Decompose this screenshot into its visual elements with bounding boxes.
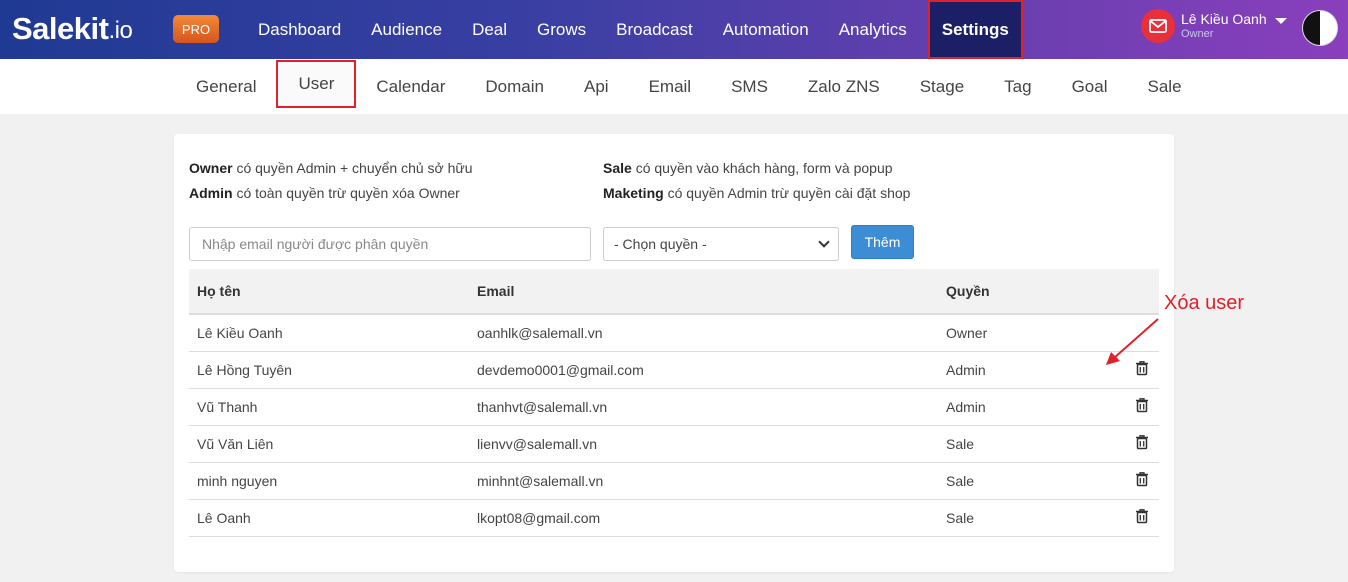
nav-item-analytics[interactable]: Analytics <box>824 0 922 59</box>
cell-role: Owner <box>938 314 1083 352</box>
cell-actions <box>1083 499 1159 537</box>
cell-name: Vũ Thanh <box>189 388 469 426</box>
cell-email: lienvv@salemall.vn <box>469 425 938 463</box>
tab-user[interactable]: User <box>276 60 357 108</box>
chevron-down-icon <box>818 236 830 248</box>
nav-item-dashboard[interactable]: Dashboard <box>243 0 356 59</box>
role-select-value: - Chọn quyền - <box>614 236 707 252</box>
nav-item-settings[interactable]: Settings <box>927 0 1023 59</box>
cell-email: lkopt08@gmail.com <box>469 499 938 537</box>
nav-item-automation[interactable]: Automation <box>708 0 824 59</box>
cell-name: Lê Oanh <box>189 499 469 537</box>
cell-role: Sale <box>938 499 1083 537</box>
logo-suffix: .io <box>108 17 133 44</box>
table-row: minh nguyen minhnt@salemall.vn Sale <box>189 462 1159 500</box>
tab-api[interactable]: Api <box>564 59 629 114</box>
maketing-note: Maketing có quyền Admin trừ quyền cài đặ… <box>603 185 910 201</box>
table-row: Lê Hồng Tuyên devdemo0001@gmail.com Admin <box>189 351 1159 389</box>
table-row: Vũ Văn Liên lienvv@salemall.vn Sale <box>189 425 1159 463</box>
cell-name: Vũ Văn Liên <box>189 425 469 463</box>
admin-note: Admin có toàn quyền trừ quyền xóa Owner <box>189 185 460 201</box>
trash-icon[interactable] <box>1135 471 1149 490</box>
add-user-button[interactable]: Thêm <box>851 225 914 259</box>
header-name: Họ tên <box>189 269 469 315</box>
tab-email[interactable]: Email <box>629 59 712 114</box>
header-role: Quyền <box>938 269 1083 315</box>
cell-name: Lê Hồng Tuyên <box>189 351 469 389</box>
nav-item-broadcast[interactable]: Broadcast <box>601 0 708 59</box>
caret-down-icon[interactable] <box>1274 18 1287 24</box>
salekit-logo[interactable]: Salekit .io <box>12 9 133 49</box>
table-row: Lê Kiều Oanh oanhlk@salemall.vn Owner <box>189 314 1159 352</box>
tab-tag[interactable]: Tag <box>984 59 1051 114</box>
trash-icon[interactable] <box>1135 397 1149 416</box>
email-input[interactable] <box>189 227 591 261</box>
cell-actions <box>1083 388 1159 426</box>
role-select[interactable]: - Chọn quyền - <box>603 227 839 261</box>
pro-badge: PRO <box>173 15 219 43</box>
tab-sale[interactable]: Sale <box>1128 59 1202 114</box>
owner-desc: có quyền Admin + chuyển chủ sở hữu <box>236 160 473 176</box>
avatar[interactable] <box>1302 10 1338 46</box>
tab-goal[interactable]: Goal <box>1052 59 1128 114</box>
settings-subnav: General User Calendar Domain Api Email SMS Zalo… <box>0 59 1348 114</box>
tab-zalo-zns[interactable]: Zalo ZNS <box>788 59 900 114</box>
user-info: Lê Kiều Oanh Owner <box>1181 11 1267 40</box>
nav-item-deal[interactable]: Deal <box>457 0 522 59</box>
cell-actions <box>1083 462 1159 500</box>
cell-role: Admin <box>938 388 1083 426</box>
header-email: Email <box>469 269 938 315</box>
annotation-arrow <box>1106 318 1159 365</box>
maketing-desc: có quyền Admin trừ quyền cài đặt shop <box>667 185 911 201</box>
cell-name: Lê Kiều Oanh <box>189 314 469 352</box>
logo-name: Salekit <box>12 11 109 46</box>
cell-name: minh nguyen <box>189 462 469 500</box>
owner-note: Owner có quyền Admin + chuyển chủ sở hữu <box>189 160 473 176</box>
maketing-role: Maketing <box>603 185 664 201</box>
table-row: Vũ Thanh thanhvt@salemall.vn Admin <box>189 388 1159 426</box>
cell-role: Admin <box>938 351 1083 389</box>
trash-icon[interactable] <box>1135 508 1149 527</box>
admin-desc: có toàn quyền trừ quyền xóa Owner <box>236 185 460 201</box>
main-nav: Dashboard Audience Deal Grows Broadcast Autom… <box>243 0 1023 59</box>
cell-email: oanhlk@salemall.vn <box>469 314 938 352</box>
tab-calendar[interactable]: Calendar <box>356 59 465 114</box>
tab-general[interactable]: General <box>176 59 276 114</box>
admin-role: Admin <box>189 185 233 201</box>
table-row: Lê Oanh lkopt08@gmail.com Sale <box>189 499 1159 537</box>
user-role: Owner <box>1181 27 1214 40</box>
user-permissions-card: Owner có quyền Admin + chuyển chủ sở hữu… <box>174 134 1174 572</box>
annotation-label: Xóa user <box>1164 292 1245 314</box>
cell-email: devdemo0001@gmail.com <box>469 351 938 389</box>
mail-icon[interactable] <box>1141 9 1175 43</box>
tab-sms[interactable]: SMS <box>711 59 788 114</box>
nav-item-audience[interactable]: Audience <box>356 0 457 59</box>
header-actions <box>1083 269 1159 315</box>
sale-desc: có quyền vào khách hàng, form và popup <box>635 160 893 176</box>
table-header-row: Họ tên Email Quyền <box>189 269 1159 315</box>
sale-note: Sale có quyền vào khách hàng, form và po… <box>603 160 893 176</box>
owner-role: Owner <box>189 160 233 176</box>
cell-email: minhnt@salemall.vn <box>469 462 938 500</box>
user-menu[interactable]: Lê Kiều Oanh Owner <box>1141 9 1287 43</box>
cell-email: thanhvt@salemall.vn <box>469 388 938 426</box>
trash-icon[interactable] <box>1135 434 1149 453</box>
nav-item-grows[interactable]: Grows <box>522 0 601 59</box>
cell-role: Sale <box>938 425 1083 463</box>
top-navbar: Salekit .io PRO Dashboard Audience Deal Grow… <box>0 0 1348 59</box>
sale-role: Sale <box>603 160 632 176</box>
cell-role: Sale <box>938 462 1083 500</box>
users-table: Họ tên Email Quyền Lê Kiều Oanh oanhlk@sa… <box>189 269 1159 537</box>
cell-actions <box>1083 425 1159 463</box>
tab-stage[interactable]: Stage <box>900 59 984 114</box>
tab-domain[interactable]: Domain <box>465 59 564 114</box>
user-name: Lê Kiều Oanh <box>1181 11 1267 28</box>
